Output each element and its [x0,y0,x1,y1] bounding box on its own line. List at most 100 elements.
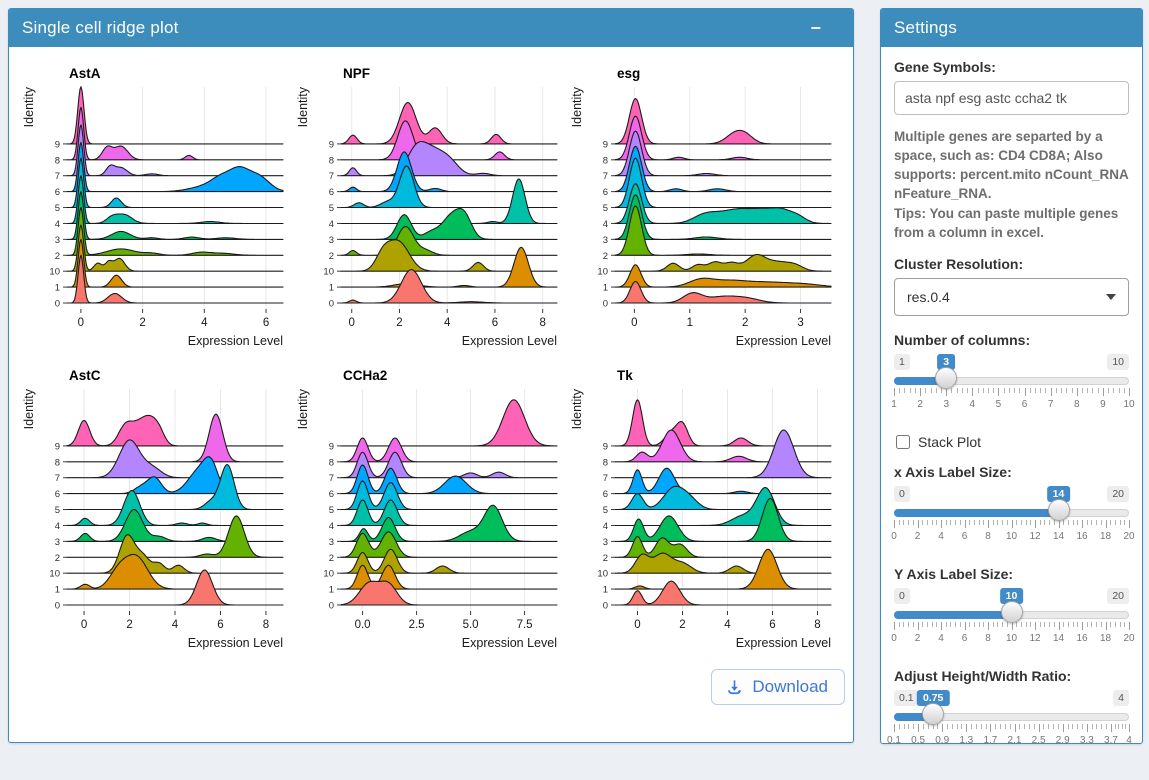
slider-minor-tick [974,520,975,525]
slider-minor-tick [908,724,909,729]
slider-tick-label: 7 [1048,399,1054,410]
slider-minor-tick [1054,520,1055,525]
slider-minor-tick [993,388,994,393]
slider-minor-tick [1115,724,1116,729]
slider-minor-tick [1002,622,1003,627]
slider-minor-tick [1101,724,1102,729]
slider-major-tick [1035,520,1036,528]
slider-filled-bar [894,611,1012,619]
slider-min-badge: 1 [894,354,910,370]
slider-minor-tick [913,520,914,525]
slider-minor-tick [932,622,933,627]
slider-handle[interactable] [1001,601,1023,623]
slider-tick-label: 1.3 [959,735,973,746]
slider-minor-tick [979,520,980,525]
slider-minor-tick [1092,388,1093,393]
svg-text:4: 4 [603,521,608,532]
slider-minor-tick [927,520,928,525]
svg-text:0: 0 [81,619,87,631]
svg-text:0: 0 [349,317,355,329]
slider-minor-tick [947,724,948,729]
gene-symbols-input[interactable] [894,81,1129,115]
slider-tick-label: 9 [1100,399,1106,410]
slider-minor-tick [960,520,961,525]
svg-text:3: 3 [329,235,334,246]
slider-handle[interactable] [922,703,944,725]
slider-minor-tick [1119,388,1120,393]
svg-text:1: 1 [55,283,60,294]
ridge-plot-AstA: 0110234567890246AstAExpression LevelIden… [21,57,295,359]
slider-major-tick [1015,724,1016,732]
slider-major-tick [1082,622,1083,630]
slider-minor-tick [936,520,937,525]
gene-symbols-help: Multiple genes are separted by a space, … [894,127,1129,242]
slider-major-tick [1059,622,1060,630]
slider-min-badge: 0 [894,486,910,502]
svg-text:8: 8 [603,457,608,468]
slider-minor-tick [1124,622,1125,627]
svg-text:8: 8 [329,155,334,166]
slider-major-tick [1087,724,1088,732]
slider-max-badge: 20 [1107,486,1129,502]
svg-text:AstA: AstA [69,66,101,81]
slider-minor-tick [1034,724,1035,729]
cluster-resolution-select[interactable]: res.0.4 [894,278,1129,316]
svg-text:NPF: NPF [343,66,370,81]
slider-minor-tick [1005,724,1006,729]
svg-text:4: 4 [603,219,608,230]
svg-text:0: 0 [55,299,60,310]
slider-minor-tick [1072,724,1073,729]
svg-text:6: 6 [603,489,608,500]
number-of-columns-slider: Number of columns: 1 10 3 12345678910 [894,332,1129,418]
stack-plot-checkbox[interactable] [896,435,910,449]
slider-major-tick [920,388,921,396]
slider-minor-tick [1019,388,1020,393]
svg-text:5: 5 [329,203,334,214]
slider-control: 0 20 10 02468101214161820 [894,588,1129,652]
slider-handle[interactable] [1048,499,1070,521]
svg-text:5: 5 [603,505,608,516]
svg-text:2: 2 [126,619,132,631]
svg-text:4: 4 [444,317,451,329]
slider-handle[interactable] [935,367,957,389]
help-line-2: Tips: You can paste multiple genes from … [894,204,1129,242]
svg-text:2: 2 [603,553,608,564]
slider-major-tick [941,622,942,630]
svg-text:Identity: Identity [22,86,36,127]
slider-minor-tick [971,724,972,729]
slider-tick-label: 14 [1053,531,1064,542]
settings-title: Settings [894,18,957,38]
svg-text:4: 4 [55,219,60,230]
x-axis-label-size-slider: x Axis Label Size: 0 20 14 0246810121416… [894,464,1129,550]
slider-minor-tick [1110,622,1111,627]
svg-text:9: 9 [603,139,608,150]
slider-major-tick [918,520,919,528]
slider-tick-label: 14 [1053,633,1064,644]
svg-text:Identity: Identity [22,388,36,429]
slider-tick-label: 2.9 [1056,735,1070,746]
svg-text:Expression Level: Expression Level [736,636,831,650]
svg-text:6: 6 [55,489,60,500]
svg-text:0.0: 0.0 [355,619,371,631]
slider-tick-label: 3.3 [1080,735,1094,746]
slider-minor-tick [1122,724,1123,729]
slider-minor-tick [995,724,996,729]
collapse-button[interactable]: − [804,17,827,39]
slider-major-tick [894,388,895,396]
slider-major-tick [988,520,989,528]
slider-tick-label: 10 [1006,633,1017,644]
slider-major-tick [972,388,973,396]
slider-tick-label: 16 [1076,633,1087,644]
slider-minor-tick [1044,622,1045,627]
slider-minor-tick [1056,388,1057,393]
svg-text:0: 0 [631,317,637,329]
slider-minor-tick [1087,622,1088,627]
slider-minor-tick [925,388,926,393]
slider-tick-label: 2 [917,399,923,410]
slider-minor-tick [986,724,987,729]
download-button[interactable]: Download [711,669,845,705]
svg-text:7: 7 [329,473,334,484]
slider-minor-tick [1077,724,1078,729]
svg-text:1: 1 [329,585,334,596]
slider-minor-tick [1026,622,1027,627]
